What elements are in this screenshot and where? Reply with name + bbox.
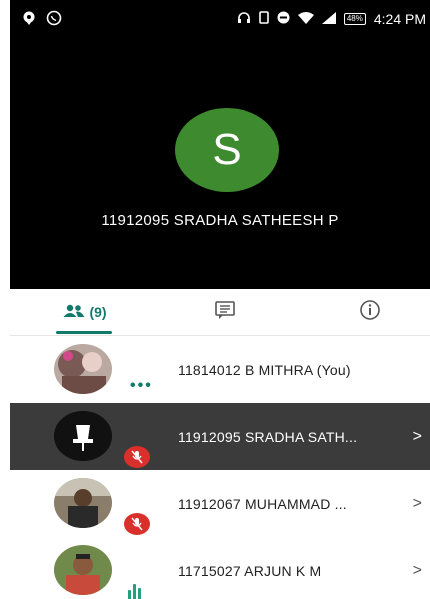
participant-row[interactable]: ••• 11814012 B MITHRA (You) (10, 336, 430, 403)
participants-list: ••• 11814012 B MITHRA (You) 11912095 SRA… (10, 336, 430, 599)
chevron-right-icon[interactable]: > (413, 495, 422, 513)
clock-time: 4:24 PM (373, 11, 426, 27)
chevron-right-icon[interactable]: > (413, 562, 422, 580)
audio-level-icon (128, 584, 141, 599)
status-left-icons (22, 10, 62, 31)
speaking-indicator-icon: ••• (130, 377, 153, 394)
location-icon (22, 11, 36, 30)
screen-icon (259, 11, 269, 27)
avatar (54, 478, 112, 528)
avatar (54, 545, 112, 595)
participant-name: 11912095 SRADHA SATH... (178, 428, 358, 445)
participant-row[interactable]: 11912067 MUHAMMAD ... > (10, 470, 430, 537)
tab-bar: (9) (10, 289, 430, 336)
participant-name: 11715027 ARJUN K M (178, 562, 322, 579)
participant-row[interactable]: 11912095 SRADHA SATH... > (10, 403, 430, 470)
mic-muted-icon (124, 513, 150, 535)
participant-row[interactable]: 11715027 ARJUN K M > (10, 537, 430, 599)
battery-level: 48% (343, 13, 366, 25)
people-icon (63, 304, 85, 321)
speaker-avatar: S (175, 108, 279, 192)
avatar (54, 411, 112, 461)
tab-info[interactable] (345, 289, 395, 335)
info-icon (359, 299, 381, 326)
tab-people[interactable]: (9) (50, 289, 120, 335)
signal-icon (321, 11, 336, 27)
speaker-avatar-initial: S (212, 125, 242, 174)
wifi-icon (297, 11, 314, 27)
headphones-icon (237, 11, 251, 27)
active-tab-indicator (56, 331, 112, 334)
speaker-name: 11912095 SRADHA SATHEESH P (101, 212, 339, 229)
avatar (54, 344, 112, 394)
chevron-right-icon[interactable]: > (413, 428, 422, 446)
status-right-icons: 48% 4:24 PM (237, 11, 426, 27)
main-stage: 48% 4:24 PM S 11912095 SRADHA SATHEESH P (10, 0, 430, 289)
do-not-disturb-icon (277, 11, 290, 27)
mic-muted-icon (124, 446, 150, 468)
participant-name: 11912067 MUHAMMAD ... (178, 495, 347, 512)
participant-name: 11814012 B MITHRA (You) (178, 361, 351, 378)
whatsapp-icon (46, 10, 62, 31)
tab-chat[interactable] (200, 289, 250, 335)
people-count: (9) (89, 304, 107, 320)
chat-icon (214, 300, 236, 325)
meeting-screen: 48% 4:24 PM S 11912095 SRADHA SATHEESH P… (10, 0, 430, 599)
status-bar: 48% 4:24 PM (10, 0, 430, 40)
